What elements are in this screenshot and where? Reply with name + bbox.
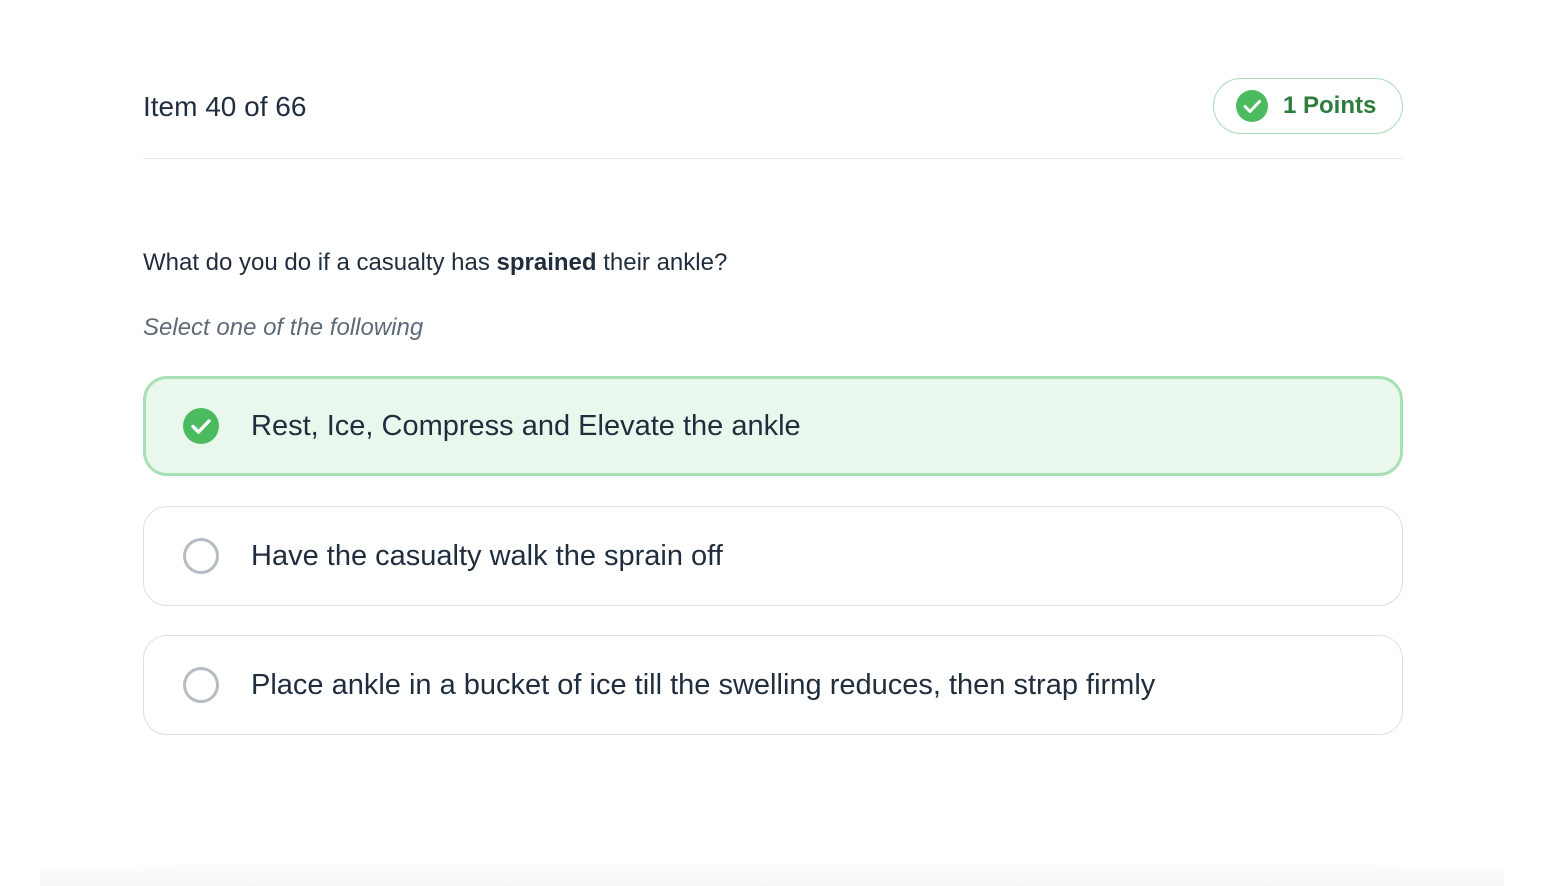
radio-empty-icon[interactable] — [182, 666, 220, 704]
quiz-header: Item 40 of 66 1 Points — [143, 78, 1403, 159]
answer-option-label: Rest, Ice, Compress and Elevate the ankl… — [251, 410, 801, 442]
answer-option-label: Place ankle in a bucket of ice till the … — [251, 669, 1156, 701]
points-label: 1 Points — [1283, 92, 1377, 119]
answer-option-label: Have the casualty walk the sprain off — [251, 540, 723, 572]
radio-empty-icon[interactable] — [182, 537, 220, 575]
quiz-page: Item 40 of 66 1 Points What do you do if… — [0, 0, 1544, 886]
question-text-end: their ankle? — [596, 249, 728, 276]
question-text-start: What do you do if a casualty has — [143, 249, 497, 276]
check-circle-icon — [183, 408, 219, 444]
check-circle-icon — [1236, 90, 1268, 122]
question-instruction: Select one of the following — [143, 314, 424, 341]
answer-option-2[interactable]: Have the casualty walk the sprain off — [143, 506, 1403, 606]
footer-shadow — [40, 858, 1504, 886]
question-text: What do you do if a casualty has spraine… — [143, 246, 727, 280]
question-text-emphasis: sprained — [496, 249, 597, 276]
answer-option-1[interactable]: Rest, Ice, Compress and Elevate the ankl… — [143, 376, 1403, 476]
answer-option-3[interactable]: Place ankle in a bucket of ice till the … — [143, 635, 1403, 735]
item-counter: Item 40 of 66 — [143, 91, 307, 122]
points-badge: 1 Points — [1213, 78, 1403, 134]
